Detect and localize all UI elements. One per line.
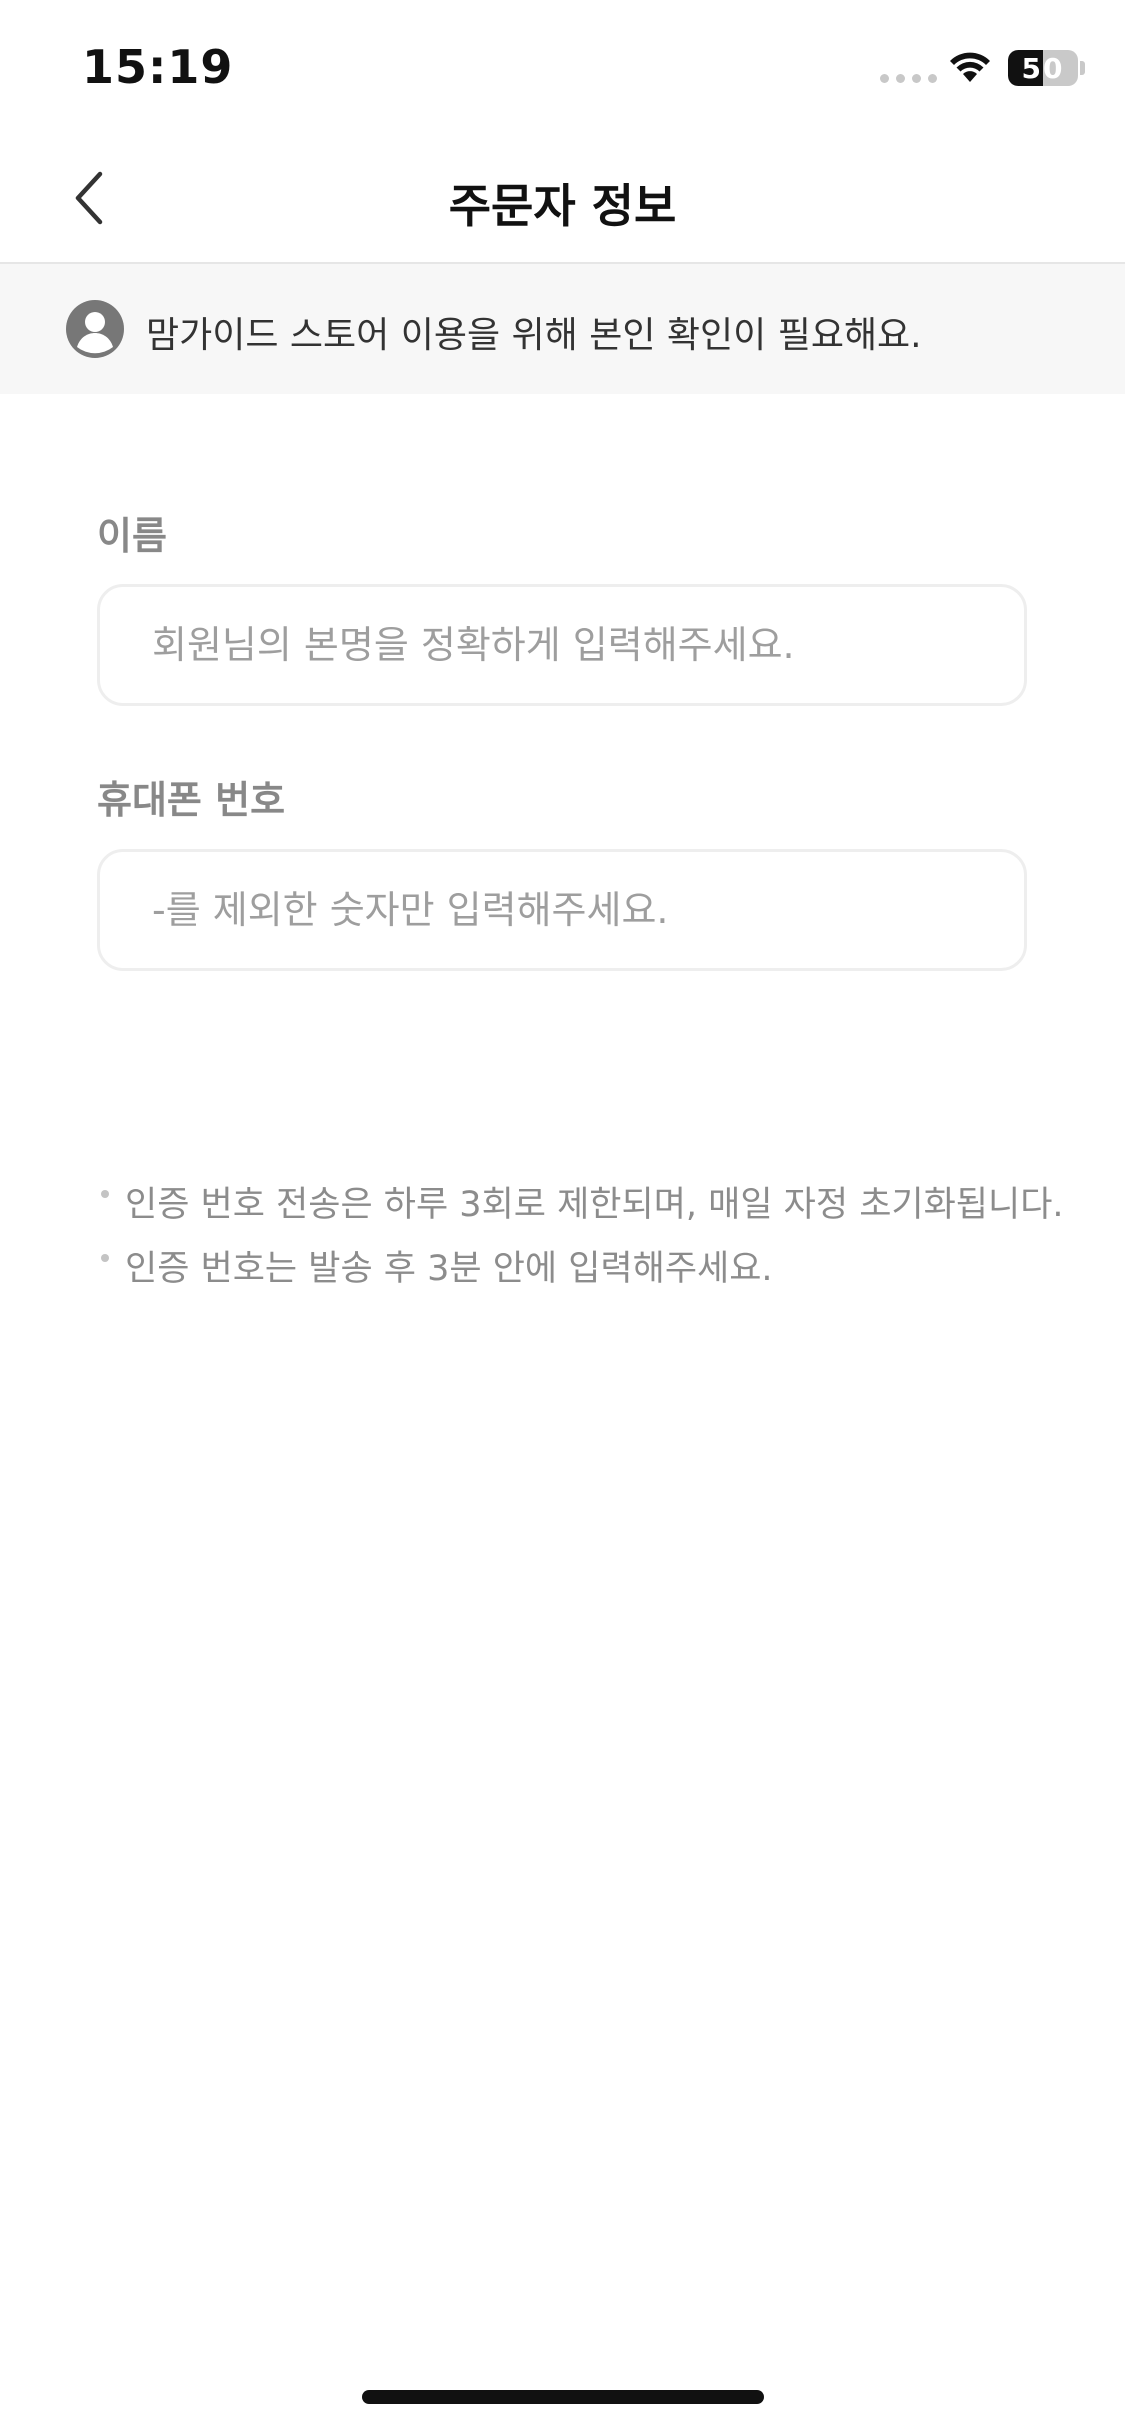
status-time: 15:19: [82, 40, 234, 94]
user-avatar-icon: [66, 300, 124, 358]
wifi-icon: [950, 52, 990, 82]
verification-notes: 인증 번호 전송은 하루 3회로 제한되며, 매일 자정 초기화됩니다. 인증 …: [97, 1178, 1067, 1306]
name-input[interactable]: [97, 584, 1027, 706]
bullet-icon: [101, 1190, 109, 1198]
order-info-screen: 15:19 50 주문자 정보 맘가이드 스토어 이용을 위해 본인 확인이 필…: [0, 0, 1125, 2436]
bullet-icon: [101, 1254, 109, 1262]
notice-text: 맘가이드 스토어 이용을 위해 본인 확인이 필요해요.: [146, 315, 922, 356]
note-item: 인증 번호는 발송 후 3분 안에 입력해주세요.: [97, 1242, 1067, 1296]
note-text: 인증 번호 전송은 하루 3회로 제한되며, 매일 자정 초기화됩니다.: [125, 1185, 1064, 1225]
phone-label: 휴대폰 번호: [97, 778, 286, 822]
phone-input[interactable]: [97, 849, 1027, 971]
status-bar: 15:19 50: [0, 0, 1125, 132]
home-indicator: [362, 2390, 764, 2404]
cellular-signal-icon: [880, 74, 937, 83]
battery-icon: 50: [1008, 50, 1078, 86]
verification-notice-banner: 맘가이드 스토어 이용을 위해 본인 확인이 필요해요.: [0, 264, 1125, 394]
note-text: 인증 번호는 발송 후 3분 안에 입력해주세요.: [125, 1249, 773, 1289]
note-item: 인증 번호 전송은 하루 3회로 제한되며, 매일 자정 초기화됩니다.: [97, 1178, 1067, 1232]
page-title: 주문자 정보: [448, 179, 677, 233]
nav-bar: 주문자 정보: [0, 132, 1125, 264]
name-label: 이름: [97, 514, 167, 558]
battery-level: 50: [1021, 51, 1065, 85]
battery-cap: [1080, 61, 1085, 75]
